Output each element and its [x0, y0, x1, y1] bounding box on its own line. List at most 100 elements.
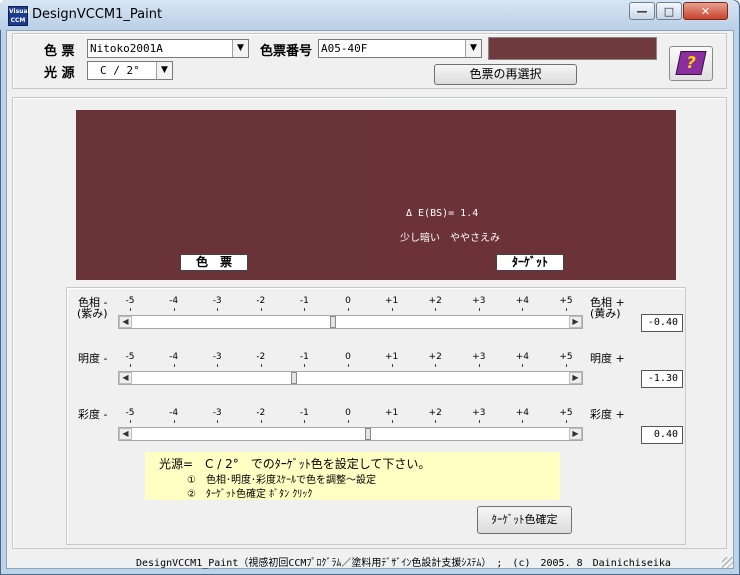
scale-tick-mark: [566, 420, 567, 423]
scale-tick-mark: [130, 308, 131, 311]
slider-thumb[interactable]: [364, 428, 371, 440]
scale-tick-label: 0: [345, 296, 351, 306]
scale-tick-mark: [217, 308, 219, 311]
scale-tick-mark: [391, 420, 393, 423]
instruction-line-2: ① 色相･明度･彩度ｽｹｰﾙで色を調整～設定: [187, 475, 376, 486]
scale-tick-label: -1: [299, 352, 309, 362]
scale-tick-label: 0: [345, 352, 351, 362]
scale-tick-mark: [478, 308, 480, 311]
scale-tick-mark: [391, 308, 393, 311]
scroll-left-arrow-icon[interactable]: ◀: [119, 372, 132, 384]
scroll-left-arrow-icon[interactable]: ◀: [119, 428, 132, 440]
scale-tick-label: -2: [256, 296, 266, 306]
scale-tick-mark: [260, 308, 262, 311]
scale-tick-mark: [173, 420, 175, 423]
scale-tick-mark: [304, 308, 306, 311]
scale-tick-label: -4: [169, 352, 179, 362]
close-button[interactable]: ✕: [683, 2, 728, 20]
scale-tick-mark: [391, 364, 393, 367]
scale-tick-label: -1: [299, 408, 309, 418]
title-bar[interactable]: Visual CCM DesignVCCM1_Paint — □ ✕: [0, 0, 738, 30]
scale-tick-label: +4: [515, 296, 530, 306]
target-label: ﾀｰｹﾞｯﾄ: [496, 254, 564, 271]
app-icon: Visual CCM: [8, 6, 30, 26]
slider-left-label: 明度 -: [78, 352, 108, 365]
scale-tick-label: +2: [428, 408, 442, 418]
scroll-left-arrow-icon[interactable]: ◀: [119, 316, 132, 328]
scale-tick-label: +5: [559, 296, 573, 306]
scale-tick-mark: [348, 364, 349, 367]
reselect-chip-button[interactable]: 色票の再選択: [434, 64, 577, 85]
instruction-box: 光源= C / 2° でのﾀｰｹﾞｯﾄ色を設定して下さい。 ① 色相･明度･彩度…: [145, 452, 560, 500]
color-chip-label: 色 票: [44, 44, 75, 59]
chevron-down-icon[interactable]: ▼: [232, 40, 248, 57]
scale-tick-label: +3: [472, 296, 486, 306]
scale-tick-mark: [130, 420, 131, 423]
scale-tick-label: -3: [212, 352, 222, 362]
scale-tick-label: +2: [428, 352, 442, 362]
scale-tick-label: 0: [345, 408, 351, 418]
window-title: DesignVCCM1_Paint: [32, 7, 163, 22]
scale-tick-mark: [217, 420, 219, 423]
scale-tick-mark: [348, 420, 349, 423]
help-button[interactable]: ?: [669, 46, 713, 81]
scale-tick-label: +3: [472, 352, 486, 362]
resize-grip[interactable]: [722, 557, 734, 569]
scale-tick-mark: [435, 308, 437, 311]
slider-thumb[interactable]: [330, 316, 337, 328]
status-bar: DesignVCCM1_Paint（視感初回CCMﾌﾟﾛｸﾞﾗﾑ／塗料用ﾃﾞｻﾞ…: [136, 558, 671, 569]
scale-tick-label: -2: [256, 352, 266, 362]
confirm-target-button[interactable]: ﾀｰｹﾞｯﾄ色確定: [477, 506, 572, 534]
standard-label: 色 票: [180, 254, 248, 271]
minimize-button[interactable]: —: [629, 2, 655, 20]
scroll-right-arrow-icon[interactable]: ▶: [569, 316, 582, 328]
scale-tick-mark: [348, 308, 349, 311]
scale-tick-mark: [522, 420, 524, 423]
instruction-line-3: ② ﾀｰｹﾞｯﾄ色確定 ﾎﾞﾀﾝ ｸﾘｯｸ: [187, 489, 313, 500]
scale-tick-mark: [217, 364, 219, 367]
question-mark-icon: ?: [684, 53, 698, 72]
scale-tick-mark: [304, 364, 306, 367]
illuminant-label: 光 源: [44, 66, 75, 81]
scale-tick-label: +1: [384, 296, 399, 306]
chip-number-select[interactable]: A05-40F ▼: [318, 39, 482, 58]
slider-value-readout: -0.40: [641, 314, 683, 332]
scale-tick-mark: [478, 420, 480, 423]
scale-tick-mark: [173, 308, 175, 311]
scale-tick-label: +4: [515, 408, 530, 418]
slider-left-label: 彩度 -: [78, 408, 108, 421]
scale-tick-label: +5: [559, 352, 573, 362]
scale-tick-label: +2: [428, 296, 442, 306]
illuminant-select[interactable]: C / 2° ▼: [87, 61, 173, 80]
header-color-swatch: [488, 37, 657, 60]
color-chip-select[interactable]: Nitoko2001A ▼: [87, 39, 249, 58]
slider-thumb[interactable]: [291, 372, 298, 384]
scale-tick-label: -5: [125, 408, 135, 418]
scale-tick-label: +3: [472, 408, 486, 418]
scale-tick-label: -5: [125, 296, 135, 306]
scale-tick-label: -1: [299, 296, 309, 306]
scale-tick-label: -5: [125, 352, 135, 362]
scale-tick-mark: [566, 364, 567, 367]
scale-tick-label: +1: [384, 352, 399, 362]
chevron-down-icon[interactable]: ▼: [156, 62, 172, 79]
help-book-icon: ?: [675, 51, 707, 75]
scroll-right-arrow-icon[interactable]: ▶: [569, 372, 582, 384]
scale-tick-mark: [435, 420, 437, 423]
slider-track[interactable]: [118, 427, 583, 441]
slider-value-readout: -1.30: [641, 370, 683, 388]
chip-number-label: 色票番号: [260, 44, 313, 59]
slider-track[interactable]: [118, 371, 583, 385]
scale-tick-mark: [522, 364, 524, 367]
slider-track[interactable]: [118, 315, 583, 329]
scale-tick-mark: [435, 364, 437, 367]
scale-tick-mark: [260, 364, 262, 367]
scroll-right-arrow-icon[interactable]: ▶: [569, 428, 582, 440]
scale-tick-mark: [566, 308, 567, 311]
slider-right-sublabel: (黄み): [590, 307, 621, 320]
maximize-button[interactable]: □: [656, 2, 682, 20]
color-difference-description: 少し暗い ややさえみ: [400, 233, 500, 244]
chip-number-value: A05-40F: [321, 42, 368, 55]
slider-left-sublabel: (紫み): [77, 307, 108, 320]
chevron-down-icon[interactable]: ▼: [465, 40, 481, 57]
